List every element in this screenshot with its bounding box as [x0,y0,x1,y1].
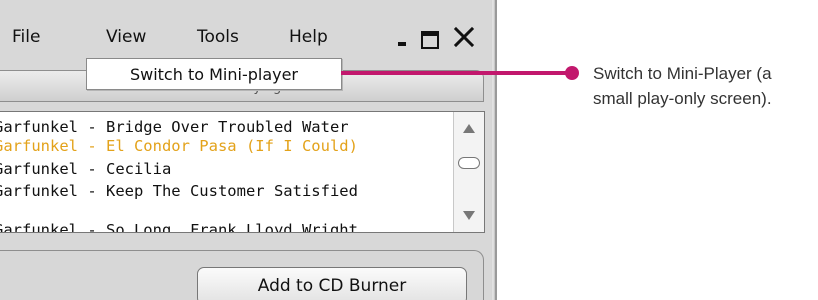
scroll-thumb[interactable] [458,157,480,169]
maximize-icon[interactable] [421,31,439,49]
menu-tools[interactable]: Tools [197,27,239,47]
scroll-down-icon[interactable] [463,211,475,220]
close-icon[interactable] [453,26,475,48]
callout-dot [565,66,579,80]
playlist-track[interactable]: Garfunkel - Keep The Customer Satisfied [0,181,358,201]
menu-help[interactable]: Help [289,27,328,47]
callout-line [341,71,571,75]
window-frame-edge [491,0,495,300]
playlist[interactable]: Garfunkel - Bridge Over Troubled Water G… [0,111,485,233]
scroll-up-icon[interactable] [463,124,475,133]
playlist-track[interactable]: Garfunkel - Cecilia [0,159,171,179]
media-player-window: File View Tools Help Now Playing Garfunk… [0,0,497,300]
callout-text-line2: small play-only screen). [593,89,772,108]
callout-text-line1: Switch to Mini-Player (a [593,64,772,83]
add-to-cd-burner-button[interactable]: Add to CD Burner [197,267,467,300]
playlist-scrollbar[interactable] [453,112,484,232]
callout-text: Switch to Mini-Player (a small play-only… [593,61,818,111]
playlist-track-playing[interactable]: Garfunkel - El Condor Pasa (If I Could) [0,136,358,156]
menu-view[interactable]: View [106,27,146,47]
playlist-track[interactable]: Garfunkel - Bridge Over Troubled Water [0,117,349,137]
view-menu-popup: Switch to Mini-player [86,58,342,90]
playlist-track-partial[interactable]: Garfunkel - So Long, Frank Lloyd Wright [0,220,358,232]
menu-file[interactable]: File [12,27,40,47]
menu-bar: File View Tools Help [0,0,489,49]
minimize-icon[interactable] [395,28,415,48]
switch-to-mini-player-item[interactable]: Switch to Mini-player [87,65,341,84]
